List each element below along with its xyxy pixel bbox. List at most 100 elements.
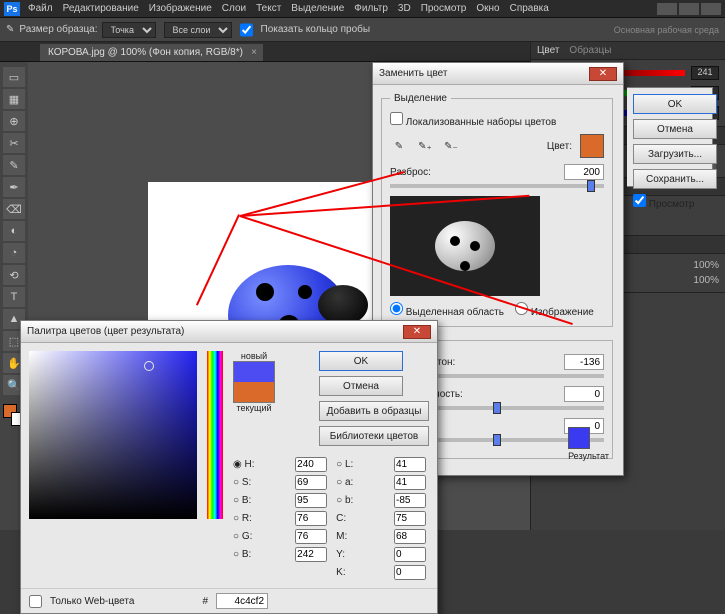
lb-input[interactable]: [394, 493, 426, 508]
fuzziness-slider[interactable]: [390, 184, 604, 188]
bv-input[interactable]: [295, 493, 327, 508]
m-input[interactable]: [394, 529, 426, 544]
document-tab-close-icon[interactable]: ×: [251, 47, 257, 58]
g-input[interactable]: [295, 529, 327, 544]
tool-move[interactable]: ▭: [3, 67, 25, 87]
tool-eraser[interactable]: ⌫: [3, 199, 25, 219]
dialog-close-icon[interactable]: ✕: [589, 67, 617, 81]
only-web-check[interactable]: [29, 595, 42, 608]
color-field[interactable]: [29, 351, 197, 519]
k-input[interactable]: [394, 565, 426, 580]
tool-lasso[interactable]: ⊕: [3, 111, 25, 131]
tab-swatches[interactable]: Образцы: [569, 45, 611, 56]
workspace-label[interactable]: Основная рабочая среда: [614, 25, 719, 35]
localized-clusters-check[interactable]: [390, 112, 403, 125]
sample-size-select[interactable]: Точка: [102, 22, 156, 38]
hex-label: #: [202, 596, 208, 607]
tool-marquee[interactable]: ▦: [3, 89, 25, 109]
eyedropper-add-icon[interactable]: ✎₊: [416, 137, 434, 155]
hex-input[interactable]: [216, 593, 268, 609]
eyedropper-icon[interactable]: ✎: [390, 137, 408, 155]
menu-select[interactable]: Выделение: [291, 3, 344, 14]
fill-value[interactable]: 100%: [693, 275, 719, 286]
menu-3d[interactable]: 3D: [398, 3, 411, 14]
tool-type[interactable]: T: [3, 287, 25, 307]
result-color-chip[interactable]: [568, 427, 590, 449]
only-web-label: Только Web-цвета: [50, 596, 134, 607]
show-ring-check[interactable]: [240, 22, 253, 38]
add-swatch-button[interactable]: Добавить в образцы: [319, 401, 429, 421]
options-bar: ✎ Размер образца: Точка Все слои Показат…: [0, 18, 725, 42]
color-picker-dialog: Палитра цветов (цвет результата) ✕ новый…: [20, 320, 438, 614]
menu-layers[interactable]: Слои: [222, 3, 246, 14]
localized-clusters-label: Локализованные наборы цветов: [406, 117, 556, 128]
app-logo: Ps: [4, 2, 20, 16]
result-label: Результат: [568, 451, 609, 461]
replace-color-title[interactable]: Заменить цвет ✕: [373, 63, 623, 85]
h-input[interactable]: [295, 457, 327, 472]
color-panel-tabs: Цвет Образцы: [531, 42, 725, 60]
document-tab-label: КОРОВА.jpg @ 100% (Фон копия, RGB/8*): [48, 47, 243, 58]
selection-preview: [390, 196, 540, 296]
tool-brush[interactable]: ✒: [3, 177, 25, 197]
menu-image[interactable]: Изображение: [149, 3, 212, 14]
sample-layers-select[interactable]: Все слои: [164, 22, 232, 38]
swatch-pair[interactable]: [233, 361, 275, 403]
save-button[interactable]: Сохранить...: [633, 169, 717, 189]
cancel-button[interactable]: Отмена: [633, 119, 717, 139]
sample-size-label: Размер образца:: [19, 24, 97, 35]
c-input[interactable]: [394, 511, 426, 526]
b-input[interactable]: [295, 547, 327, 562]
dialog-close-icon[interactable]: ✕: [403, 325, 431, 339]
hue-ramp[interactable]: [207, 351, 223, 519]
current-color-label: текущий: [233, 403, 275, 413]
color-picker-title[interactable]: Палитра цветов (цвет результата) ✕: [21, 321, 437, 343]
tab-color[interactable]: Цвет: [537, 45, 559, 56]
replace-color-title-text: Заменить цвет: [379, 68, 447, 79]
load-button[interactable]: Загрузить...: [633, 144, 717, 164]
menu-edit[interactable]: Редактирование: [63, 3, 139, 14]
l-input[interactable]: [394, 457, 426, 472]
color-field-cursor: [144, 361, 154, 371]
r-value[interactable]: 241: [691, 66, 719, 80]
eyedropper-option-icon: ✎: [6, 24, 14, 35]
preview-check-label: Просмотр: [649, 199, 695, 210]
picker-cancel-button[interactable]: Отмена: [319, 376, 403, 396]
preview-check[interactable]: [633, 194, 646, 207]
a-input[interactable]: [394, 475, 426, 490]
color-libraries-button[interactable]: Библиотеки цветов: [319, 426, 429, 446]
tool-dodge[interactable]: ◔: [3, 243, 25, 263]
selection-legend: Выделение: [390, 93, 451, 104]
tool-gradient[interactable]: ◐: [3, 221, 25, 241]
tool-eyedropper[interactable]: ✎: [3, 155, 25, 175]
tool-pen[interactable]: ⟲: [3, 265, 25, 285]
s-input[interactable]: [295, 475, 327, 490]
window-maximize[interactable]: [679, 3, 699, 15]
window-close[interactable]: [701, 3, 721, 15]
color-label: Цвет:: [547, 141, 572, 152]
show-ring-label: Показать кольцо пробы: [261, 24, 371, 35]
eyedropper-sub-icon[interactable]: ✎₋: [442, 137, 460, 155]
ok-button[interactable]: OK: [633, 94, 717, 114]
selection-color-chip[interactable]: [580, 134, 604, 158]
menu-file[interactable]: Файл: [28, 3, 53, 14]
r-input[interactable]: [295, 511, 327, 526]
fuzziness-input[interactable]: [564, 164, 604, 180]
radio-selection[interactable]: [390, 302, 403, 315]
menu-text[interactable]: Текст: [256, 3, 281, 14]
menu-view[interactable]: Просмотр: [421, 3, 467, 14]
opacity-value[interactable]: 100%: [693, 260, 719, 271]
hue-input[interactable]: [564, 354, 604, 370]
y-input[interactable]: [394, 547, 426, 562]
sat-input[interactable]: [564, 386, 604, 402]
window-minimize[interactable]: [657, 3, 677, 15]
tool-crop[interactable]: ✂: [3, 133, 25, 153]
menu-filter[interactable]: Фильтр: [354, 3, 388, 14]
menu-window[interactable]: Окно: [476, 3, 499, 14]
color-picker-title-text: Палитра цветов (цвет результата): [27, 326, 184, 337]
menu-help[interactable]: Справка: [510, 3, 549, 14]
picker-ok-button[interactable]: OK: [319, 351, 403, 371]
menu-bar: Ps Файл Редактирование Изображение Слои …: [0, 0, 725, 18]
document-tab[interactable]: КОРОВА.jpg @ 100% (Фон копия, RGB/8*) ×: [40, 44, 263, 61]
new-color-label: новый: [233, 351, 275, 361]
